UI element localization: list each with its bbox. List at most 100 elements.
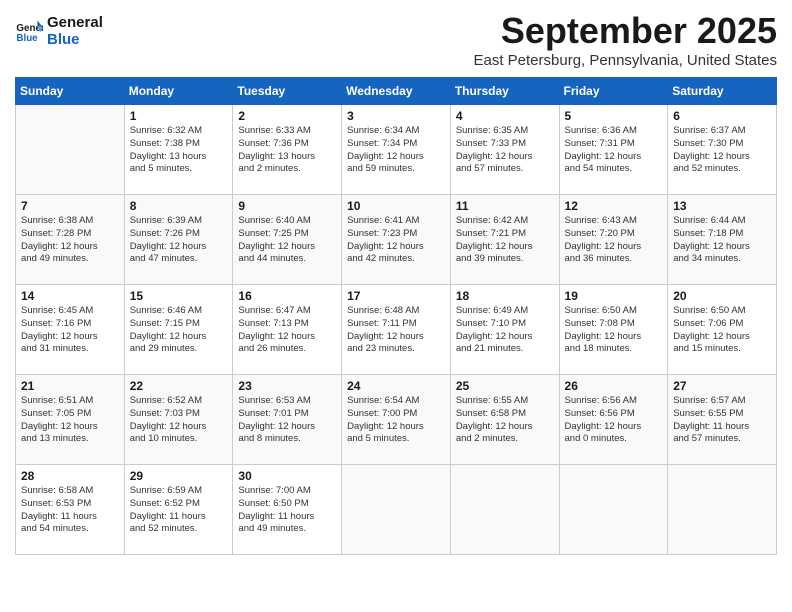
day-number: 30 — [238, 469, 336, 483]
calendar-cell: 15Sunrise: 6:46 AM Sunset: 7:15 PM Dayli… — [124, 285, 233, 375]
calendar-cell: 9 Sunrise: 6:40 AM Sunset: 7:25 PM Daylig… — [233, 195, 342, 285]
weekday-header-row: SundayMondayTuesdayWednesdayThursdayFrid… — [16, 78, 777, 105]
day-info: Sunrise: 6:45 AM Sunset: 7:16 PM Dayligh… — [21, 305, 119, 356]
day-number: 23 — [238, 379, 336, 393]
day-info: Sunrise: 6:39 AM Sunset: 7:26 PM Dayligh… — [130, 215, 228, 266]
calendar-cell: 1 Sunrise: 6:32 AM Sunset: 7:38 PM Daylig… — [124, 105, 233, 195]
day-number: 1 — [130, 109, 228, 123]
day-info: Sunrise: 6:43 AM Sunset: 7:20 PM Dayligh… — [565, 215, 663, 266]
calendar-cell: 8 Sunrise: 6:39 AM Sunset: 7:26 PM Daylig… — [124, 195, 233, 285]
day-info: Sunrise: 6:49 AM Sunset: 7:10 PM Dayligh… — [456, 305, 554, 356]
day-number: 12 — [565, 199, 663, 213]
day-number: 16 — [238, 289, 336, 303]
day-info: Sunrise: 6:40 AM Sunset: 7:25 PM Dayligh… — [238, 215, 336, 266]
calendar-cell — [342, 465, 451, 555]
weekday-header-monday: Monday — [124, 78, 233, 105]
title-area: September 2025 East Petersburg, Pennsylv… — [473, 10, 777, 69]
day-number: 4 — [456, 109, 554, 123]
day-info: Sunrise: 6:59 AM Sunset: 6:52 PM Dayligh… — [130, 485, 228, 536]
calendar-cell: 21 Sunrise: 6:51 AM Sunset: 7:05 PM Dayli… — [16, 375, 125, 465]
calendar-cell: 12 Sunrise: 6:43 AM Sunset: 7:20 PM Dayli… — [559, 195, 668, 285]
day-number: 11 — [456, 199, 554, 213]
calendar-cell: 17 Sunrise: 6:48 AM Sunset: 7:11 PM Dayli… — [342, 285, 451, 375]
weekday-header-wednesday: Wednesday — [342, 78, 451, 105]
day-number: 10 — [347, 199, 445, 213]
week-row-3: 14Sunrise: 6:45 AM Sunset: 7:16 PM Dayli… — [16, 285, 777, 375]
calendar-cell: 3Sunrise: 6:34 AM Sunset: 7:34 PM Daylig… — [342, 105, 451, 195]
week-row-1: 1 Sunrise: 6:32 AM Sunset: 7:38 PM Daylig… — [16, 105, 777, 195]
calendar-cell: 10Sunrise: 6:41 AM Sunset: 7:23 PM Dayli… — [342, 195, 451, 285]
day-number: 28 — [21, 469, 119, 483]
day-info: Sunrise: 6:50 AM Sunset: 7:08 PM Dayligh… — [565, 305, 663, 356]
svg-text:Blue: Blue — [16, 33, 38, 44]
calendar-cell — [16, 105, 125, 195]
day-info: Sunrise: 6:35 AM Sunset: 7:33 PM Dayligh… — [456, 125, 554, 176]
day-number: 5 — [565, 109, 663, 123]
day-number: 22 — [130, 379, 228, 393]
day-info: Sunrise: 6:57 AM Sunset: 6:55 PM Dayligh… — [673, 395, 771, 446]
calendar-cell: 20 Sunrise: 6:50 AM Sunset: 7:06 PM Dayli… — [668, 285, 777, 375]
day-info: Sunrise: 6:44 AM Sunset: 7:18 PM Dayligh… — [673, 215, 771, 266]
calendar-cell: 14Sunrise: 6:45 AM Sunset: 7:16 PM Dayli… — [16, 285, 125, 375]
day-info: Sunrise: 6:36 AM Sunset: 7:31 PM Dayligh… — [565, 125, 663, 176]
day-info: Sunrise: 6:58 AM Sunset: 6:53 PM Dayligh… — [21, 485, 119, 536]
week-row-4: 21 Sunrise: 6:51 AM Sunset: 7:05 PM Dayli… — [16, 375, 777, 465]
day-number: 25 — [456, 379, 554, 393]
logo: General Blue General Blue — [15, 14, 103, 48]
calendar-cell: 7Sunrise: 6:38 AM Sunset: 7:28 PM Daylig… — [16, 195, 125, 285]
calendar-cell: 26Sunrise: 6:56 AM Sunset: 6:56 PM Dayli… — [559, 375, 668, 465]
logo-line1: General — [47, 14, 103, 31]
logo-icon: General Blue — [15, 17, 43, 45]
day-info: Sunrise: 6:50 AM Sunset: 7:06 PM Dayligh… — [673, 305, 771, 356]
day-info: Sunrise: 6:32 AM Sunset: 7:38 PM Dayligh… — [130, 125, 228, 176]
calendar-cell: 13 Sunrise: 6:44 AM Sunset: 7:18 PM Dayli… — [668, 195, 777, 285]
calendar-cell — [450, 465, 559, 555]
calendar-cell — [668, 465, 777, 555]
day-info: Sunrise: 6:51 AM Sunset: 7:05 PM Dayligh… — [21, 395, 119, 446]
calendar-cell: 4 Sunrise: 6:35 AM Sunset: 7:33 PM Daylig… — [450, 105, 559, 195]
calendar-cell: 30 Sunrise: 7:00 AM Sunset: 6:50 PM Dayli… — [233, 465, 342, 555]
day-number: 8 — [130, 199, 228, 213]
day-info: Sunrise: 6:48 AM Sunset: 7:11 PM Dayligh… — [347, 305, 445, 356]
day-number: 27 — [673, 379, 771, 393]
calendar-cell: 16Sunrise: 6:47 AM Sunset: 7:13 PM Dayli… — [233, 285, 342, 375]
day-number: 17 — [347, 289, 445, 303]
weekday-header-friday: Friday — [559, 78, 668, 105]
day-number: 19 — [565, 289, 663, 303]
day-number: 24 — [347, 379, 445, 393]
calendar-cell: 27 Sunrise: 6:57 AM Sunset: 6:55 PM Dayli… — [668, 375, 777, 465]
day-number: 29 — [130, 469, 228, 483]
month-title: September 2025 — [473, 10, 777, 52]
day-info: Sunrise: 7:00 AM Sunset: 6:50 PM Dayligh… — [238, 485, 336, 536]
weekday-header-tuesday: Tuesday — [233, 78, 342, 105]
day-number: 18 — [456, 289, 554, 303]
calendar-cell — [559, 465, 668, 555]
day-number: 13 — [673, 199, 771, 213]
weekday-header-sunday: Sunday — [16, 78, 125, 105]
day-number: 20 — [673, 289, 771, 303]
day-info: Sunrise: 6:52 AM Sunset: 7:03 PM Dayligh… — [130, 395, 228, 446]
day-number: 9 — [238, 199, 336, 213]
day-info: Sunrise: 6:55 AM Sunset: 6:58 PM Dayligh… — [456, 395, 554, 446]
day-info: Sunrise: 6:37 AM Sunset: 7:30 PM Dayligh… — [673, 125, 771, 176]
day-number: 21 — [21, 379, 119, 393]
day-info: Sunrise: 6:46 AM Sunset: 7:15 PM Dayligh… — [130, 305, 228, 356]
calendar-cell: 6 Sunrise: 6:37 AM Sunset: 7:30 PM Daylig… — [668, 105, 777, 195]
day-info: Sunrise: 6:53 AM Sunset: 7:01 PM Dayligh… — [238, 395, 336, 446]
day-info: Sunrise: 6:34 AM Sunset: 7:34 PM Dayligh… — [347, 125, 445, 176]
calendar-cell: 2Sunrise: 6:33 AM Sunset: 7:36 PM Daylig… — [233, 105, 342, 195]
calendar-table: SundayMondayTuesdayWednesdayThursdayFrid… — [15, 77, 777, 555]
weekday-header-thursday: Thursday — [450, 78, 559, 105]
day-number: 6 — [673, 109, 771, 123]
location-title: East Petersburg, Pennsylvania, United St… — [473, 52, 777, 69]
week-row-5: 28 Sunrise: 6:58 AM Sunset: 6:53 PM Dayli… — [16, 465, 777, 555]
day-info: Sunrise: 6:56 AM Sunset: 6:56 PM Dayligh… — [565, 395, 663, 446]
calendar-cell: 18 Sunrise: 6:49 AM Sunset: 7:10 PM Dayli… — [450, 285, 559, 375]
calendar-cell: 29 Sunrise: 6:59 AM Sunset: 6:52 PM Dayli… — [124, 465, 233, 555]
weekday-header-saturday: Saturday — [668, 78, 777, 105]
day-info: Sunrise: 6:42 AM Sunset: 7:21 PM Dayligh… — [456, 215, 554, 266]
calendar-cell: 24 Sunrise: 6:54 AM Sunset: 7:00 PM Dayli… — [342, 375, 451, 465]
day-info: Sunrise: 6:54 AM Sunset: 7:00 PM Dayligh… — [347, 395, 445, 446]
calendar-cell: 25 Sunrise: 6:55 AM Sunset: 6:58 PM Dayli… — [450, 375, 559, 465]
calendar-cell: 23 Sunrise: 6:53 AM Sunset: 7:01 PM Dayli… — [233, 375, 342, 465]
